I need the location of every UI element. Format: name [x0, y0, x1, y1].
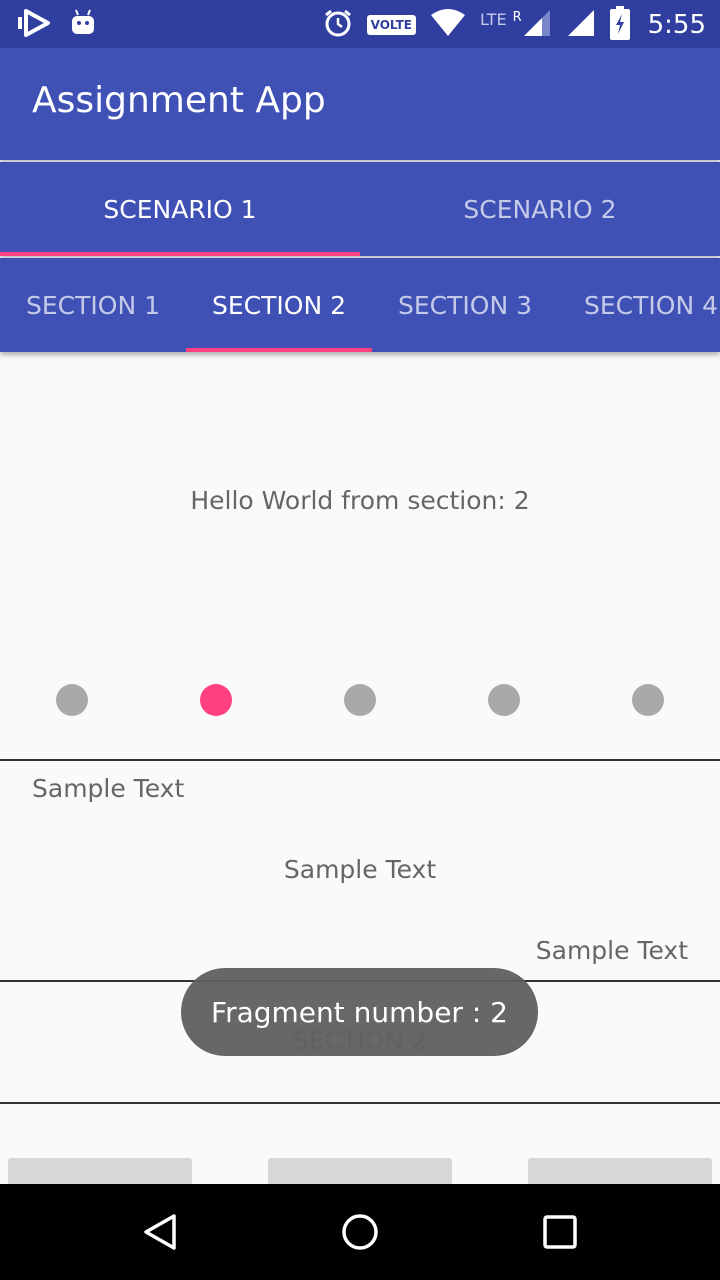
toast: Fragment number : 2 — [181, 968, 538, 1056]
hello-text: Hello World from section: 2 — [190, 486, 530, 515]
tab-section-4[interactable]: SECTION 4 — [558, 258, 720, 352]
tab-scenario-2[interactable]: SCENARIO 2 — [360, 162, 720, 256]
page-indicator-dot[interactable] — [488, 684, 520, 716]
battery-icon — [609, 6, 630, 44]
page-indicator-dot-active[interactable] — [200, 684, 232, 716]
page-indicator-dot[interactable] — [632, 684, 664, 716]
signal-icon — [566, 8, 596, 42]
divider — [0, 759, 720, 761]
page-indicator-dot[interactable] — [344, 684, 376, 716]
divider — [0, 1102, 720, 1104]
signal-icon — [522, 8, 552, 42]
android-icon — [70, 8, 96, 42]
alarm-icon — [323, 8, 353, 42]
wifi-icon — [430, 9, 466, 41]
play-icon — [18, 8, 52, 42]
status-time: 5:55 — [647, 10, 706, 40]
scenario-tabs: SCENARIO 1 SCENARIO 2 — [0, 162, 720, 256]
navigation-bar — [0, 1184, 720, 1280]
status-bar: VOLTE LTE R 5:55 — [0, 0, 720, 48]
app-bar: Assignment App — [0, 48, 720, 160]
recents-icon[interactable] — [540, 1212, 580, 1252]
roaming-label: R — [512, 9, 522, 25]
tab-section-3[interactable]: SECTION 3 — [372, 258, 558, 352]
tab-scenario-1[interactable]: SCENARIO 1 — [0, 162, 360, 256]
back-icon[interactable] — [140, 1212, 180, 1252]
sample-text-right: Sample Text — [535, 936, 688, 965]
sample-text-left: Sample Text — [32, 774, 185, 803]
section-tabs: SECTION 1 SECTION 2 SECTION 3 SECTION 4 — [0, 258, 720, 352]
volte-badge: VOLTE — [366, 15, 416, 35]
home-icon[interactable] — [340, 1212, 380, 1252]
tab-section-1[interactable]: SECTION 1 — [0, 258, 186, 352]
sample-text-center: Sample Text — [283, 855, 437, 884]
tab-section-2[interactable]: SECTION 2 — [186, 258, 372, 352]
app-title: Assignment App — [32, 80, 326, 121]
lte-group: LTE R — [480, 8, 552, 42]
page-indicator-dot[interactable] — [56, 684, 88, 716]
toast-text: Fragment number : 2 — [211, 995, 508, 1029]
lte-label: LTE — [479, 9, 507, 29]
